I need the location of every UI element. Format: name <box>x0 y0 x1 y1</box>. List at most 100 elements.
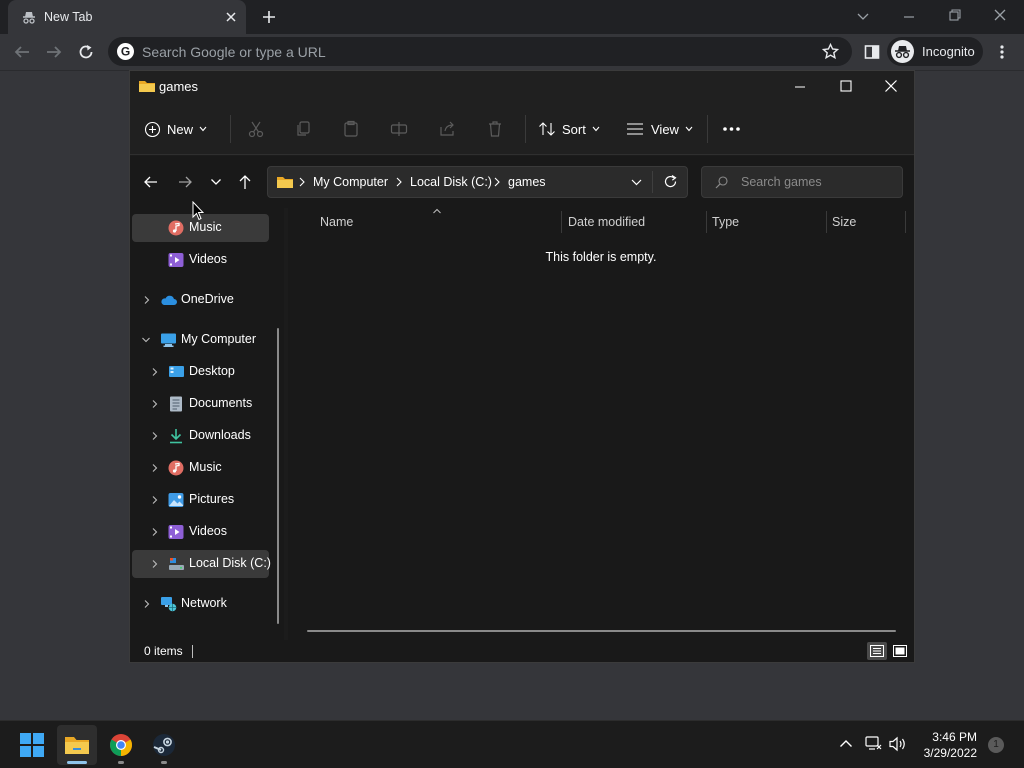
empty-folder-message: This folder is empty. <box>545 250 657 264</box>
explorer-close-icon[interactable] <box>884 79 898 93</box>
sidebar-item-label: Downloads <box>189 428 251 442</box>
column-header-type[interactable]: Type <box>712 208 739 236</box>
window-minimize-icon[interactable] <box>902 10 916 24</box>
chevron-right-icon[interactable] <box>150 559 160 569</box>
desktop-icon <box>168 364 184 380</box>
chevron-down-icon[interactable] <box>141 335 151 345</box>
reload-icon[interactable] <box>77 43 95 61</box>
sidebar-item-network[interactable]: Network <box>132 590 269 618</box>
steam-icon <box>152 733 176 757</box>
show-hidden-icons-chevron-icon[interactable] <box>839 739 853 748</box>
folder-icon <box>138 78 156 94</box>
sidebar-item-music[interactable]: Music <box>132 454 269 482</box>
chevron-right-icon[interactable] <box>142 599 152 609</box>
sidebar-item-my-computer[interactable]: My Computer <box>132 326 269 354</box>
back-arrow-icon[interactable] <box>13 44 31 60</box>
tiles-view-icon[interactable] <box>891 642 909 660</box>
sidebar-item-label: Videos <box>189 252 227 266</box>
incognito-profile-button[interactable]: Incognito <box>887 37 983 66</box>
up-level-icon[interactable] <box>231 168 259 196</box>
horizontal-scrollbar[interactable] <box>307 630 896 632</box>
explorer-minimize-icon[interactable] <box>793 80 807 94</box>
column-header-label: Type <box>712 215 740 229</box>
refresh-icon[interactable] <box>663 174 678 189</box>
new-button[interactable]: New <box>144 111 207 147</box>
svg-text:G: G <box>121 45 130 59</box>
tab-close-icon[interactable] <box>224 10 238 24</box>
breadcrumb-my-computer[interactable]: My Computer <box>313 175 388 189</box>
search-box[interactable]: Search games <box>701 166 903 198</box>
browser-tab[interactable]: New Tab <box>8 0 246 34</box>
chevron-right-icon[interactable] <box>150 399 160 409</box>
omnibox-placeholder: Search Google or type a URL <box>142 44 326 60</box>
sort-button[interactable]: Sort <box>538 111 600 147</box>
window-close-icon[interactable] <box>993 8 1007 22</box>
taskbar-steam[interactable] <box>144 725 184 765</box>
status-bar: 0 items <box>130 640 914 662</box>
paste-icon[interactable] <box>342 120 360 138</box>
sidebar-item-pictures[interactable]: Pictures <box>132 486 269 514</box>
new-tab-icon[interactable] <box>261 9 277 25</box>
sidebar-item-videos-quick[interactable]: Videos <box>132 246 269 274</box>
computer-icon <box>160 332 176 348</box>
breadcrumb-games[interactable]: games <box>508 175 546 189</box>
tab-search-chevron-icon[interactable] <box>856 10 870 22</box>
cut-icon[interactable] <box>247 120 265 138</box>
sidebar-item-onedrive[interactable]: OneDrive <box>132 286 269 314</box>
breadcrumb-local-disk[interactable]: Local Disk (C:) <box>410 175 492 189</box>
omnibox[interactable]: G Search Google or type a URL <box>108 37 852 66</box>
more-options-icon[interactable] <box>722 126 741 132</box>
sidebar-scrollbar[interactable] <box>277 328 279 624</box>
side-panel-icon[interactable] <box>864 44 880 60</box>
sort-button-label: Sort <box>562 121 586 137</box>
chevron-right-icon[interactable] <box>150 367 160 377</box>
share-icon[interactable] <box>438 120 456 138</box>
documents-icon <box>168 396 184 412</box>
sidebar-item-label: Local Disk (C:) <box>189 556 271 570</box>
explorer-back-icon[interactable] <box>137 168 165 196</box>
window-restore-icon[interactable] <box>948 8 962 22</box>
view-button[interactable]: View <box>626 111 693 147</box>
rename-icon[interactable] <box>390 120 408 138</box>
sidebar-item-local-disk[interactable]: Local Disk (C:) <box>132 550 271 578</box>
browser-toolbar: G Search Google or type a URL Incognito <box>0 34 1024 71</box>
copy-icon[interactable] <box>295 120 313 138</box>
taskbar-chrome[interactable] <box>101 725 141 765</box>
taskbar-file-explorer[interactable] <box>57 725 97 765</box>
address-history-chevron-icon[interactable] <box>631 179 642 186</box>
recent-locations-chevron-icon[interactable] <box>202 168 230 196</box>
music-icon <box>168 220 184 236</box>
breadcrumb-separator-icon <box>396 177 402 187</box>
explorer-maximize-icon[interactable] <box>839 79 853 93</box>
start-button[interactable] <box>12 725 52 765</box>
chevron-right-icon[interactable] <box>150 495 160 505</box>
sidebar-item-desktop[interactable]: Desktop <box>132 358 269 386</box>
forward-arrow-icon[interactable] <box>45 44 63 60</box>
clock-time[interactable]: 3:46 PM <box>931 730 977 744</box>
column-header-date-modified[interactable]: Date modified <box>568 208 645 236</box>
network-status-icon[interactable] <box>865 736 882 752</box>
sidebar-item-videos[interactable]: Videos <box>132 518 269 546</box>
bookmark-star-icon[interactable] <box>822 43 839 60</box>
column-header-name[interactable]: Name <box>320 208 353 236</box>
view-button-label: View <box>651 121 679 137</box>
notification-badge[interactable]: 1 <box>988 737 1004 753</box>
details-view-icon[interactable] <box>867 642 887 660</box>
chevron-right-icon[interactable] <box>150 431 160 441</box>
clock-date[interactable]: 3/29/2022 <box>918 746 977 760</box>
chevron-right-icon[interactable] <box>142 295 152 305</box>
sidebar-item-label: Music <box>189 460 222 474</box>
sidebar-item-documents[interactable]: Documents <box>132 390 269 418</box>
chevron-right-icon[interactable] <box>150 463 160 473</box>
view-lines-icon <box>626 122 644 136</box>
sidebar-item-downloads[interactable]: Downloads <box>132 422 269 450</box>
volume-icon[interactable] <box>889 736 907 752</box>
delete-icon[interactable] <box>486 120 504 138</box>
chrome-menu-icon[interactable] <box>998 44 1006 60</box>
address-bar[interactable]: My Computer Local Disk (C:) games <box>267 166 688 198</box>
chevron-right-icon[interactable] <box>150 527 160 537</box>
sidebar-item-label: My Computer <box>181 332 257 346</box>
explorer-forward-icon[interactable] <box>171 168 199 196</box>
column-header-size[interactable]: Size <box>832 208 856 236</box>
status-divider <box>192 645 193 658</box>
